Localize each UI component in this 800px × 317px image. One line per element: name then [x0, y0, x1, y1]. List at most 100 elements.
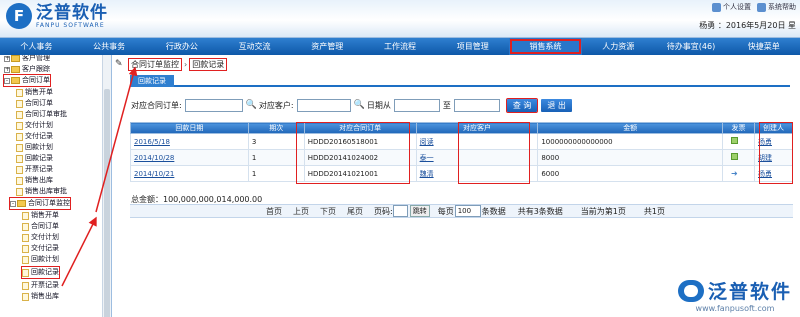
- tree-folder-contract-monitor[interactable]: - 合同订单监控: [9, 197, 71, 210]
- tree-item[interactable]: 合同订单: [22, 221, 59, 232]
- page-icon: [22, 255, 29, 264]
- highlight-creator-column: [759, 122, 793, 184]
- nav-todo[interactable]: 待办事宜(46): [655, 38, 728, 55]
- customer-label: 对应客户:: [258, 100, 294, 110]
- nav-admin-office[interactable]: 行政办公: [145, 38, 218, 55]
- tree-item[interactable]: 开票记录: [22, 280, 59, 291]
- date-to-input[interactable]: [453, 98, 500, 112]
- order-input[interactable]: [184, 98, 243, 112]
- settings-icon: [712, 2, 721, 12]
- pagination-bar: 首页 上页 下页 尾页 页码: 跳转 每页 100 条数据 共有3条数据 当前为…: [130, 204, 793, 218]
- help-link[interactable]: 系统帮助: [757, 2, 796, 12]
- tree-item[interactable]: 交付计划: [22, 232, 59, 243]
- folder-icon: [11, 77, 20, 84]
- nav-shortcuts[interactable]: 快捷菜单: [727, 38, 800, 55]
- tree-item-payment-records-active[interactable]: 回款记录: [21, 266, 60, 279]
- jump-button[interactable]: 跳转: [409, 205, 430, 217]
- amount-cell: 1000000000000000: [537, 133, 724, 150]
- page-icon: [16, 187, 23, 196]
- customer-link[interactable]: 阅读: [420, 138, 434, 146]
- page-icon: [16, 154, 23, 163]
- tree-item[interactable]: + 客户跟踪: [4, 64, 50, 75]
- page-icon: [16, 165, 23, 174]
- nav-projects[interactable]: 项目管理: [436, 38, 509, 55]
- help-icon: [757, 2, 766, 12]
- per-page-select[interactable]: 100: [454, 205, 481, 217]
- exit-button[interactable]: 退 出: [541, 98, 572, 112]
- per-page-label: 每页: [437, 206, 454, 216]
- tree-item[interactable]: 销售出库: [16, 175, 53, 186]
- nav-assets[interactable]: 资产管理: [291, 38, 364, 55]
- date-to-label: 至: [442, 100, 451, 110]
- highlight-order-column: [296, 122, 410, 184]
- date-link[interactable]: 2014/10/28: [134, 154, 174, 162]
- nav-sales[interactable]: 销售系统: [509, 38, 582, 55]
- invoice-check-icon[interactable]: [731, 137, 739, 144]
- page-icon: [22, 222, 29, 231]
- tab-bar: 回款记录: [130, 75, 790, 87]
- column-header[interactable]: 发票: [722, 122, 755, 134]
- search-icon[interactable]: 🔍: [354, 100, 365, 110]
- per-page-suffix: 条数据: [481, 206, 506, 216]
- tree-item[interactable]: 交付记录: [22, 243, 59, 254]
- column-header[interactable]: 金额: [537, 122, 724, 134]
- expand-icon: +: [4, 55, 11, 62]
- tree-folder-contract-orders[interactable]: - 合同订单: [3, 74, 51, 87]
- page-icon: [16, 99, 23, 108]
- customer-link[interactable]: 魏清: [420, 170, 434, 178]
- column-header[interactable]: 回款日期: [130, 122, 249, 134]
- tree-item[interactable]: 交付计划: [16, 120, 53, 131]
- tree-item[interactable]: 合同订单: [16, 98, 53, 109]
- customer-link[interactable]: 泰一: [420, 154, 434, 162]
- invoice-check-icon[interactable]: [731, 153, 739, 160]
- tree-item[interactable]: 合同订单审批: [16, 109, 67, 120]
- nav-communication[interactable]: 互动交流: [218, 38, 291, 55]
- order-label: 对应合同订单:: [131, 100, 182, 110]
- page-number-input[interactable]: [392, 205, 408, 217]
- date-from-input[interactable]: [393, 98, 440, 112]
- breadcrumb-payment-records[interactable]: 回款记录: [189, 58, 228, 71]
- page-icon: [16, 143, 23, 152]
- amount-cell: 6000: [537, 165, 724, 182]
- tree-item[interactable]: 回款计划: [22, 254, 59, 265]
- first-page-link[interactable]: 首页: [266, 206, 282, 217]
- tree-item[interactable]: 回款记录: [16, 153, 53, 164]
- date-link[interactable]: 2016/5/18: [134, 138, 170, 146]
- tree-item[interactable]: 销售开单: [16, 87, 53, 98]
- page-icon: [22, 211, 29, 220]
- tree-item[interactable]: 销售开单: [22, 210, 59, 221]
- query-button[interactable]: 查 询: [505, 97, 539, 113]
- invoice-arrow-icon[interactable]: ➜: [731, 169, 738, 178]
- page-icon: [22, 268, 29, 277]
- tree-item[interactable]: 交付记录: [16, 131, 53, 142]
- nav-workflow[interactable]: 工作流程: [364, 38, 437, 55]
- nav-personal[interactable]: 个人事务: [0, 38, 73, 55]
- nav-public[interactable]: 公共事务: [73, 38, 146, 55]
- breadcrumb-monitor[interactable]: 合同订单监控: [128, 58, 182, 71]
- date-from-label: 日期从: [366, 100, 391, 110]
- tab-payment-records[interactable]: 回款记录: [130, 75, 174, 87]
- scrollbar-thumb[interactable]: [104, 89, 110, 317]
- page-icon: [22, 233, 29, 242]
- page-icon: [22, 292, 29, 301]
- tree-item[interactable]: 销售出库审批: [16, 186, 67, 197]
- tree-item[interactable]: 开票记录: [16, 164, 53, 175]
- next-page-link[interactable]: 下页: [320, 206, 336, 217]
- tree-item[interactable]: 销售出库: [22, 291, 59, 302]
- logo-name: 泛普软件: [36, 2, 108, 23]
- search-bar: 对应合同订单: 🔍 对应客户: 🔍 日期从 至 查 询 退 出: [131, 97, 572, 113]
- page-icon: [22, 281, 29, 290]
- tree-item[interactable]: + 客户管理: [4, 55, 50, 64]
- customer-input[interactable]: [296, 98, 351, 112]
- search-icon[interactable]: 🔍: [246, 100, 257, 110]
- page-icon: [16, 88, 23, 97]
- sidebar-scrollbar[interactable]: [102, 55, 111, 317]
- date-link[interactable]: 2014/10/21: [134, 170, 174, 178]
- prev-page-link[interactable]: 上页: [293, 206, 309, 217]
- tree-item[interactable]: 回款计划: [16, 142, 53, 153]
- personal-settings-link[interactable]: 个人设置: [712, 2, 751, 12]
- folder-icon: [11, 66, 20, 73]
- current-page: 当前为第1页: [580, 206, 626, 216]
- nav-hr[interactable]: 人力资源: [582, 38, 655, 55]
- last-page-link[interactable]: 尾页: [347, 206, 363, 217]
